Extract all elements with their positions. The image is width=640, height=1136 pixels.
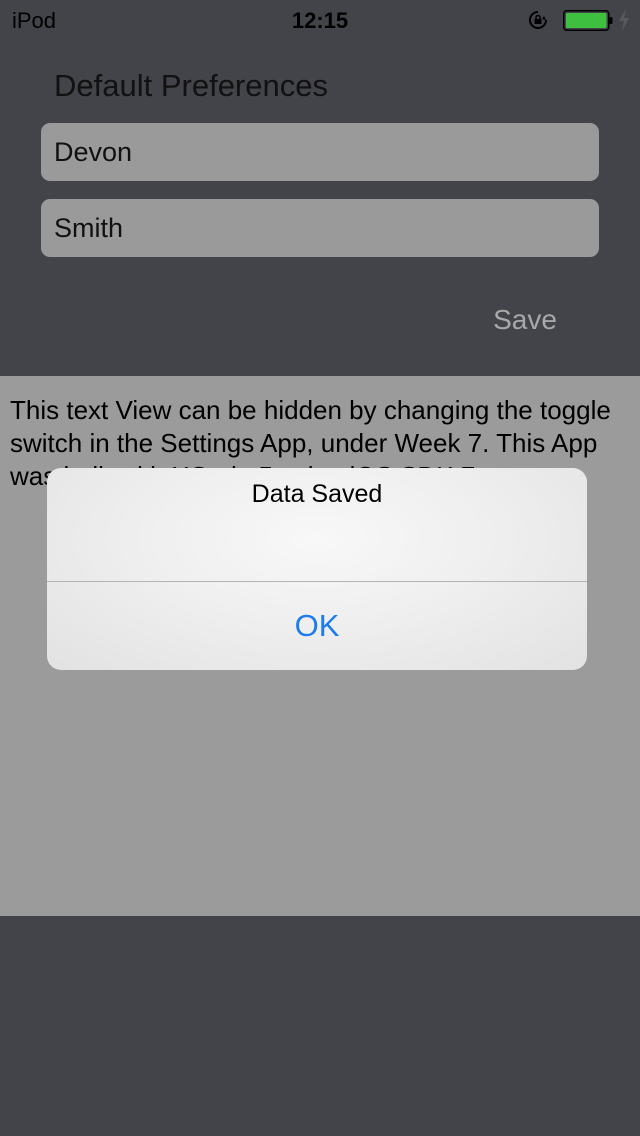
app-screen: iPod 12:15 Default Preferences Devon Smi…	[0, 0, 640, 1136]
last-name-field[interactable]: Smith	[41, 199, 599, 257]
battery-icon	[563, 10, 613, 31]
status-bar: iPod 12:15	[0, 0, 640, 40]
prefs-title: Default Preferences	[54, 68, 328, 103]
charging-bolt-icon	[618, 9, 630, 31]
first-name-field[interactable]: Devon	[41, 123, 599, 181]
data-saved-alert: Data Saved OK	[47, 468, 587, 670]
alert-title: Data Saved	[251, 480, 383, 508]
save-button[interactable]: Save	[480, 300, 570, 340]
alert-ok-button[interactable]: OK	[47, 582, 587, 670]
rotation-lock-icon	[528, 10, 548, 30]
